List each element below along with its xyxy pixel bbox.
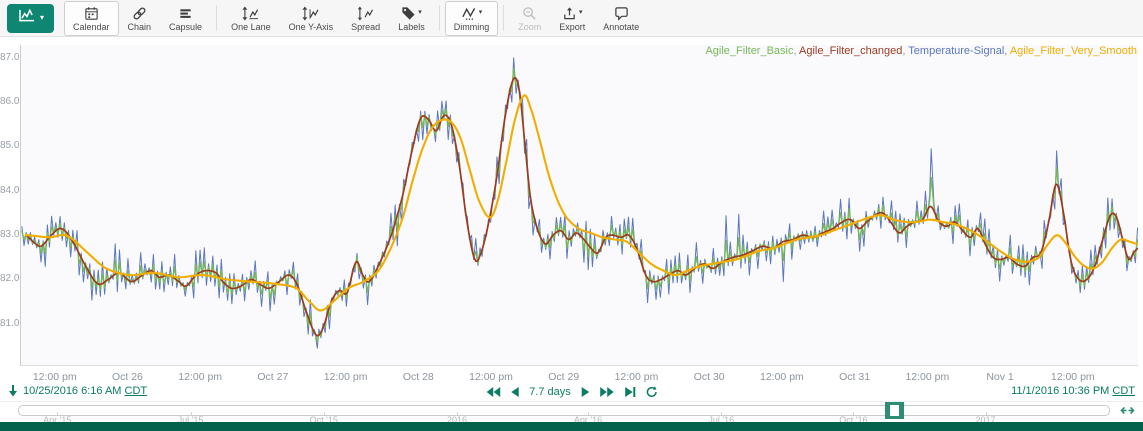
toolbar-button-annotate[interactable]: Annotate <box>594 1 648 36</box>
one-lane-icon <box>242 6 259 21</box>
toolbar-button-label: Labels <box>398 22 425 32</box>
step-forward-double-icon[interactable] <box>600 387 615 397</box>
x-axis-tick-label: Oct 30 <box>694 371 725 383</box>
x-axis-tick-label: 12:00 pm <box>615 371 659 383</box>
toolbar-button-calendar[interactable]: Calendar <box>64 1 119 36</box>
y-axis-tick-label: 85.0 <box>0 140 17 151</box>
chart-legend: Agile_Filter_Basic, Agile_Filter_changed… <box>705 45 1137 57</box>
bottom-status-strip <box>0 422 1143 431</box>
labels-icon <box>401 6 416 21</box>
x-axis-tick-label: 12:00 pm <box>905 371 949 383</box>
toolbar-button-zoom: Zoom <box>509 1 550 36</box>
display-range-bar: 10/25/2016 6:16 AM CDT 7.7 days 11/1/201… <box>0 385 1143 401</box>
chevron-down-icon: ▾ <box>479 9 483 16</box>
display-range-end: 11/1/2016 10:36 PM CDT <box>1011 385 1135 397</box>
step-back-icon[interactable] <box>510 387 519 397</box>
toolbar-button-label: One Lane <box>231 22 271 32</box>
x-axis-tick-label: 12:00 pm <box>324 371 368 383</box>
x-axis-tick-label: Oct 26 <box>112 371 143 383</box>
y-axis-tick-label: 82.0 <box>0 273 17 284</box>
display-range-start: 10/25/2016 6:16 AM CDT <box>23 385 147 397</box>
toolbar-button-label: One Y-Axis <box>289 22 334 32</box>
dimming-icon <box>461 6 477 21</box>
toolbar-button-capsule[interactable]: Capsule <box>160 1 211 36</box>
y-axis-tick-label: 83.0 <box>0 229 17 240</box>
legend-item[interactable]: Agile_Filter_Basic <box>705 45 793 57</box>
timezone-link-start[interactable]: CDT <box>125 385 148 397</box>
toolbar-button-dimming[interactable]: ▾ Dimming <box>445 1 499 36</box>
timebar-selection-handle[interactable] <box>885 402 904 419</box>
one-y-axis-icon <box>302 6 319 21</box>
display-range-duration[interactable]: 7.7 days <box>529 386 571 398</box>
expand-range-icon[interactable] <box>1120 404 1135 422</box>
trend-view-menu-button[interactable]: ▾ <box>7 4 54 33</box>
toolbar-button-label: Export <box>559 22 585 32</box>
investigate-timebar: Apr '15Jul '15Oct '152016Apr '16Jul '16O… <box>0 401 1143 423</box>
x-axis-tick-label: 12:00 pm <box>760 371 804 383</box>
toolbar-button-label: Calendar <box>73 22 110 32</box>
x-axis-tick-label: Oct 29 <box>548 371 579 383</box>
zoom-icon <box>522 6 537 21</box>
toolbar-button-label: Zoom <box>518 22 541 32</box>
trend-chart-region: Agile_Filter_Basic, Agile_Filter_changed… <box>0 37 1143 385</box>
toolbar-button-one-lane[interactable]: One Lane <box>222 1 280 36</box>
toolbar-button-label: Chain <box>128 22 152 32</box>
x-axis-tick-label: Oct 28 <box>403 371 434 383</box>
toolbar-button-labels[interactable]: ▾ Labels <box>389 1 434 36</box>
y-axis-tick-label: 81.0 <box>0 318 17 329</box>
trend-plot-area[interactable] <box>20 45 1138 366</box>
x-axis-tick-label: Oct 27 <box>257 371 288 383</box>
legend-item[interactable]: Temperature-Signal <box>908 45 1004 57</box>
refresh-icon[interactable] <box>646 386 658 398</box>
toolbar-separator <box>503 5 504 31</box>
x-axis-tick-label: Nov 1 <box>986 371 1013 383</box>
y-axis-tick-label: 86.0 <box>0 96 17 107</box>
toolbar-button-label: Spread <box>351 22 380 32</box>
timezone-link-end[interactable]: CDT <box>1112 385 1135 397</box>
range-navigation: 7.7 days <box>485 386 658 398</box>
x-axis-tick-label: 12:00 pm <box>178 371 222 383</box>
legend-item[interactable]: Agile_Filter_Very_Smooth <box>1010 45 1137 57</box>
toolbar: ▾ Calendar Chain Capsule One Lane One Y-Axis… <box>0 0 1143 37</box>
x-axis-tick-label: 12:00 pm <box>33 371 77 383</box>
calendar-icon <box>84 6 99 21</box>
y-axis-tick-label: 87.0 <box>0 52 17 63</box>
trend-icon <box>17 8 37 28</box>
chevron-down-icon: ▾ <box>418 9 422 16</box>
legend-item[interactable]: Agile_Filter_changed <box>799 45 902 57</box>
x-axis-tick-label: Oct 31 <box>839 371 870 383</box>
chevron-down-icon: ▾ <box>579 9 583 16</box>
toolbar-button-spread[interactable]: Spread <box>342 1 389 36</box>
step-back-double-icon[interactable] <box>485 387 500 397</box>
toolbar-separator <box>439 5 440 31</box>
toolbar-button-chain[interactable]: Chain <box>119 1 161 36</box>
spread-icon <box>357 6 374 21</box>
step-to-end-icon[interactable] <box>625 387 636 397</box>
capsule-icon <box>178 6 193 21</box>
toolbar-button-label: Annotate <box>603 22 639 32</box>
chain-icon <box>132 6 147 21</box>
chevron-down-icon: ▾ <box>40 14 44 22</box>
toolbar-button-export[interactable]: ▾ Export <box>550 1 594 36</box>
trend-canvas[interactable] <box>21 45 1138 365</box>
x-axis-tick-label: 12:00 pm <box>469 371 513 383</box>
jump-to-start-icon[interactable] <box>8 385 18 397</box>
toolbar-button-one-y-axis[interactable]: One Y-Axis <box>280 1 343 36</box>
toolbar-button-label: Capsule <box>169 22 202 32</box>
toolbar-separator <box>216 5 217 31</box>
annotate-icon <box>614 6 629 21</box>
step-forward-icon[interactable] <box>581 387 590 397</box>
y-axis-tick-label: 84.0 <box>0 185 17 196</box>
x-axis-tick-label: 12:00 pm <box>1051 371 1095 383</box>
toolbar-button-label: Dimming <box>454 22 490 32</box>
export-icon <box>562 6 577 21</box>
